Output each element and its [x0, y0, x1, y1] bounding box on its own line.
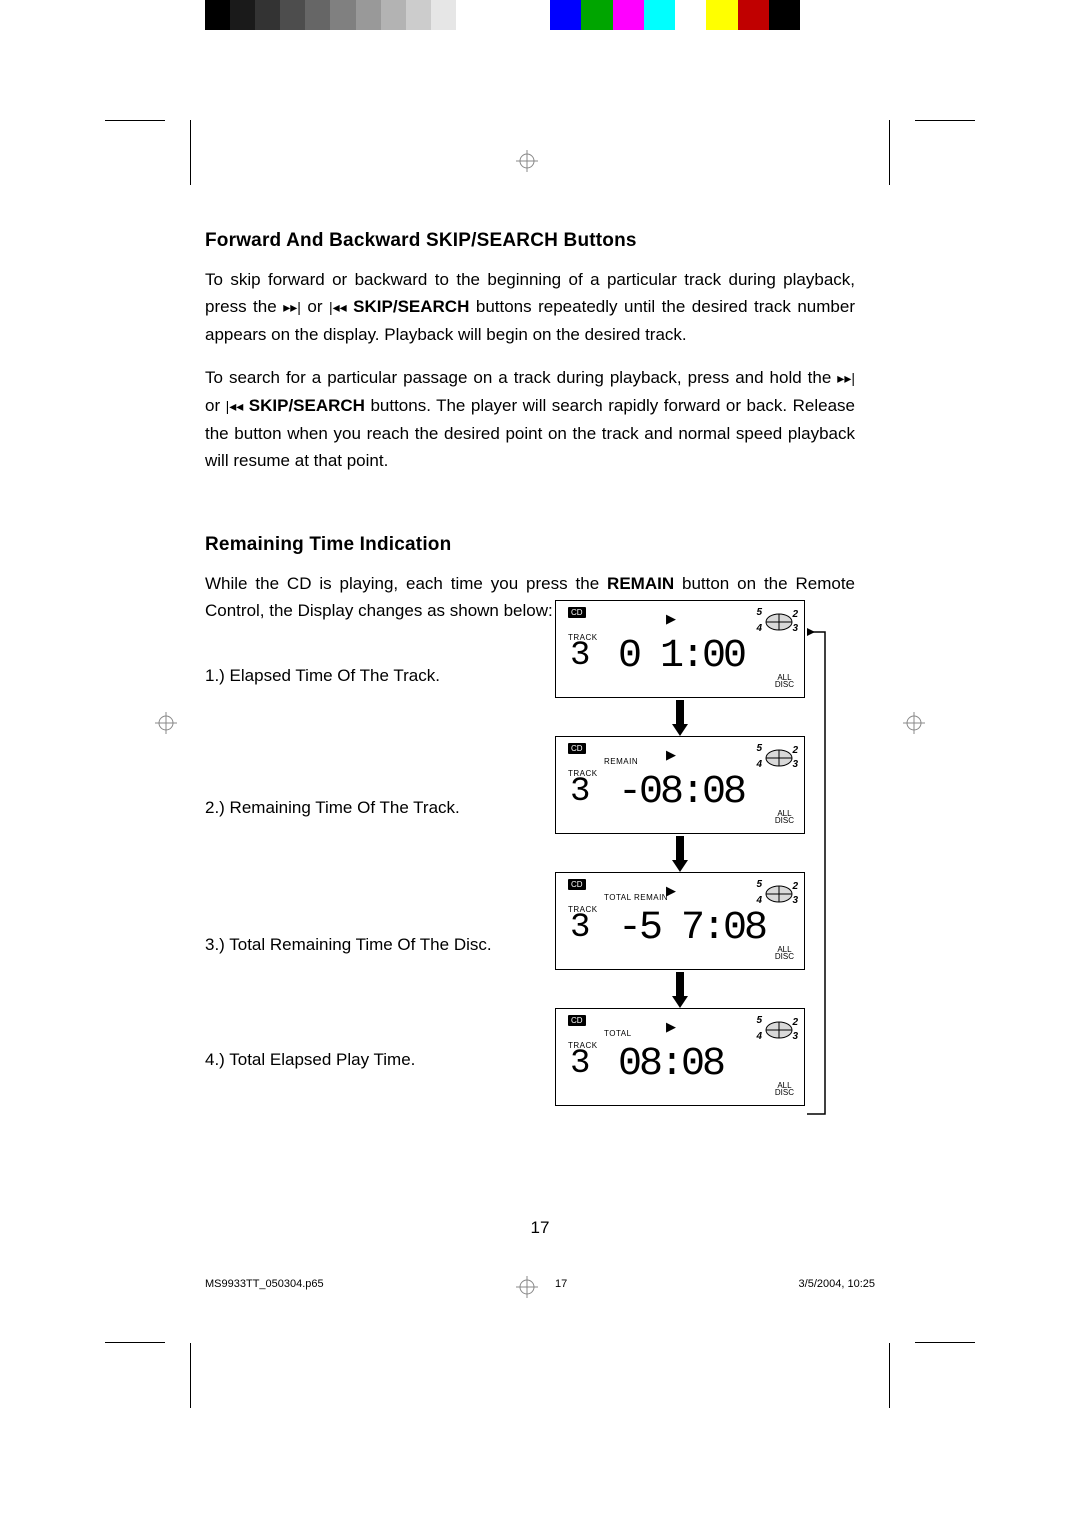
disc-number: 4	[756, 1031, 762, 1042]
footer-page: 17	[555, 1278, 567, 1290]
lcd-mode-label: TOTAL	[604, 1029, 632, 1038]
disc-number: 4	[756, 623, 762, 634]
crop-mark	[889, 1343, 890, 1408]
label-skip-search: SKIP/SEARCH	[347, 297, 470, 316]
all-disc-label: ALLDISC	[775, 674, 794, 689]
down-arrow-icon	[555, 970, 805, 1008]
lcd-sequence-diagram: CDTRACK▶524330 1:00ALLDISCCDREMAINTRACK▶…	[555, 600, 805, 1106]
cd-badge: CD	[568, 879, 586, 890]
track-number-display: 3	[570, 1053, 588, 1077]
footer-date: 3/5/2004, 10:25	[799, 1278, 875, 1290]
cd-badge: CD	[568, 743, 586, 754]
next-track-icon: ▸▸|	[837, 365, 855, 392]
lcd-panel: CDTRACK▶524330 1:00ALLDISC	[555, 600, 805, 698]
text: or	[205, 396, 226, 415]
crop-mark	[190, 1343, 191, 1408]
disc-dial-icon	[764, 743, 794, 775]
paragraph: To skip forward or backward to the begin…	[205, 266, 855, 348]
cycle-arrow-icon	[803, 624, 833, 1124]
crop-mark	[889, 120, 890, 185]
label-remain: REMAIN	[607, 574, 674, 593]
grayscale-calibration-strip	[205, 0, 481, 30]
crop-mark	[190, 120, 191, 185]
disc-number: 5	[756, 607, 762, 618]
lcd-panel: CDTOTAL REMAINTRACK▶52433-5 7:08ALLDISC	[555, 872, 805, 970]
next-track-icon: ▸▸|	[283, 294, 301, 321]
disc-number: 4	[756, 895, 762, 906]
lcd-mode-label: TOTAL REMAIN	[604, 893, 668, 902]
track-number-display: 3	[570, 781, 588, 805]
play-icon: ▶	[666, 747, 676, 763]
cd-badge: CD	[568, 607, 586, 618]
crop-mark	[105, 120, 165, 181]
color-calibration-strip	[550, 0, 800, 30]
play-icon: ▶	[666, 1019, 676, 1035]
heading-remaining-time: Remaining Time Indication	[205, 534, 855, 556]
disc-dial-icon	[764, 607, 794, 639]
prev-track-icon: |◂◂	[329, 294, 347, 321]
down-arrow-icon	[555, 698, 805, 736]
time-display: -08:08	[618, 777, 744, 809]
disc-number: 5	[756, 1015, 762, 1026]
lcd-panel: CDREMAINTRACK▶52433-08:08ALLDISC	[555, 736, 805, 834]
text: or	[301, 297, 329, 316]
time-display: 0 1:00	[618, 641, 744, 673]
disc-number: 5	[756, 743, 762, 754]
disc-dial-icon	[764, 879, 794, 911]
text: To search for a particular passage on a …	[205, 368, 837, 387]
registration-mark-icon	[155, 712, 177, 734]
footer-file: MS9933TT_050304.p65	[205, 1278, 324, 1290]
lcd-mode-label: REMAIN	[604, 757, 638, 766]
disc-number: 5	[756, 879, 762, 890]
crop-mark	[915, 120, 975, 181]
time-display: 08:08	[618, 1049, 723, 1081]
play-icon: ▶	[666, 611, 676, 627]
crop-mark	[105, 1282, 165, 1343]
label-skip-search: SKIP/SEARCH	[243, 396, 365, 415]
paragraph: To search for a particular passage on a …	[205, 364, 855, 474]
track-number-display: 3	[570, 645, 588, 669]
lcd-panel: CDTOTALTRACK▶5243308:08ALLDISC	[555, 1008, 805, 1106]
heading-skip-search: Forward And Backward SKIP/SEARCH Buttons	[205, 230, 855, 252]
prev-track-icon: |◂◂	[226, 393, 244, 420]
cd-badge: CD	[568, 1015, 586, 1026]
registration-mark-icon	[903, 712, 925, 734]
print-footer: MS9933TT_050304.p65 17 3/5/2004, 10:25	[205, 1278, 875, 1290]
track-number-display: 3	[570, 917, 588, 941]
page-number: 17	[0, 1218, 1080, 1238]
play-icon: ▶	[666, 883, 676, 899]
crop-mark	[915, 1282, 975, 1343]
all-disc-label: ALLDISC	[775, 946, 794, 961]
all-disc-label: ALLDISC	[775, 810, 794, 825]
all-disc-label: ALLDISC	[775, 1082, 794, 1097]
time-display: -5 7:08	[618, 913, 765, 945]
disc-dial-icon	[764, 1015, 794, 1047]
registration-mark-icon	[516, 150, 538, 172]
disc-number: 4	[756, 759, 762, 770]
down-arrow-icon	[555, 834, 805, 872]
manual-page: Forward And Backward SKIP/SEARCH Buttons…	[0, 0, 1080, 1528]
text: While the CD is playing, each time you p…	[205, 574, 607, 593]
